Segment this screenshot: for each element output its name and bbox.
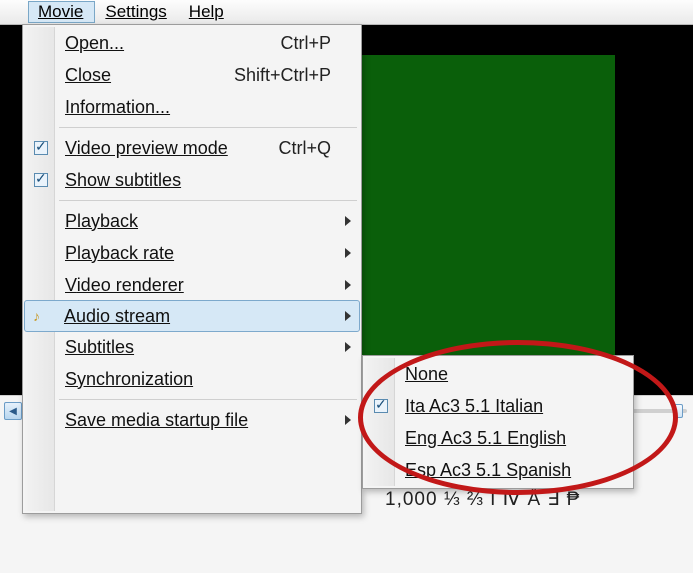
menu-item-playback-rate[interactable]: Playback rate [25, 237, 359, 269]
menu-item-video-preview-mode[interactable]: Video preview mode Ctrl+Q [25, 132, 359, 164]
menu-item-playback[interactable]: Playback [25, 205, 359, 237]
seek-back-button[interactable]: ◀ [4, 402, 22, 420]
audio-option-english[interactable]: Eng Ac3 5.1 English [365, 422, 631, 454]
menu-separator [59, 399, 357, 400]
checkbox-icon [34, 173, 48, 187]
audio-option-none[interactable]: None [365, 358, 631, 390]
menu-separator [59, 127, 357, 128]
chevron-right-icon [345, 216, 351, 226]
menubar: Movie Settings Help [0, 0, 693, 25]
chevron-right-icon [345, 342, 351, 352]
menubar-item-movie[interactable]: Movie [28, 1, 95, 23]
menu-item-synchronization[interactable]: Synchronization [25, 363, 359, 395]
checkbox-icon [34, 141, 48, 155]
seek-thumb[interactable] [673, 404, 683, 418]
menubar-item-help[interactable]: Help [179, 1, 236, 23]
menu-item-show-subtitles[interactable]: Show subtitles [25, 164, 359, 196]
menu-item-audio-stream[interactable]: ♪ Audio stream [24, 300, 360, 332]
chevron-right-icon [345, 311, 351, 321]
menu-item-open[interactable]: Open... Ctrl+P [25, 27, 359, 59]
checkbox-icon [374, 399, 388, 413]
menu-separator [59, 200, 357, 201]
chevron-right-icon [345, 415, 351, 425]
movie-menu: Open... Ctrl+P Close Shift+Ctrl+P Inform… [22, 24, 362, 514]
music-note-icon: ♪ [33, 308, 40, 324]
menu-item-information[interactable]: Information... [25, 91, 359, 123]
audio-option-italian[interactable]: Ita Ac3 5.1 Italian [365, 390, 631, 422]
audio-stream-submenu: None Ita Ac3 5.1 Italian Eng Ac3 5.1 Eng… [362, 355, 634, 489]
chevron-right-icon [345, 248, 351, 258]
chevron-right-icon [345, 280, 351, 290]
status-line: 1,000 ⅓ ⅔ I Ⅳ Å ∃ ₱ [385, 488, 580, 511]
menu-item-video-renderer[interactable]: Video renderer [25, 269, 359, 301]
audio-option-spanish[interactable]: Esp Ac3 5.1 Spanish [365, 454, 631, 486]
menu-item-close[interactable]: Close Shift+Ctrl+P [25, 59, 359, 91]
menu-item-save-media-startup-file[interactable]: Save media startup file [25, 404, 359, 436]
menu-item-subtitles[interactable]: Subtitles [25, 331, 359, 363]
menubar-item-settings[interactable]: Settings [95, 1, 178, 23]
